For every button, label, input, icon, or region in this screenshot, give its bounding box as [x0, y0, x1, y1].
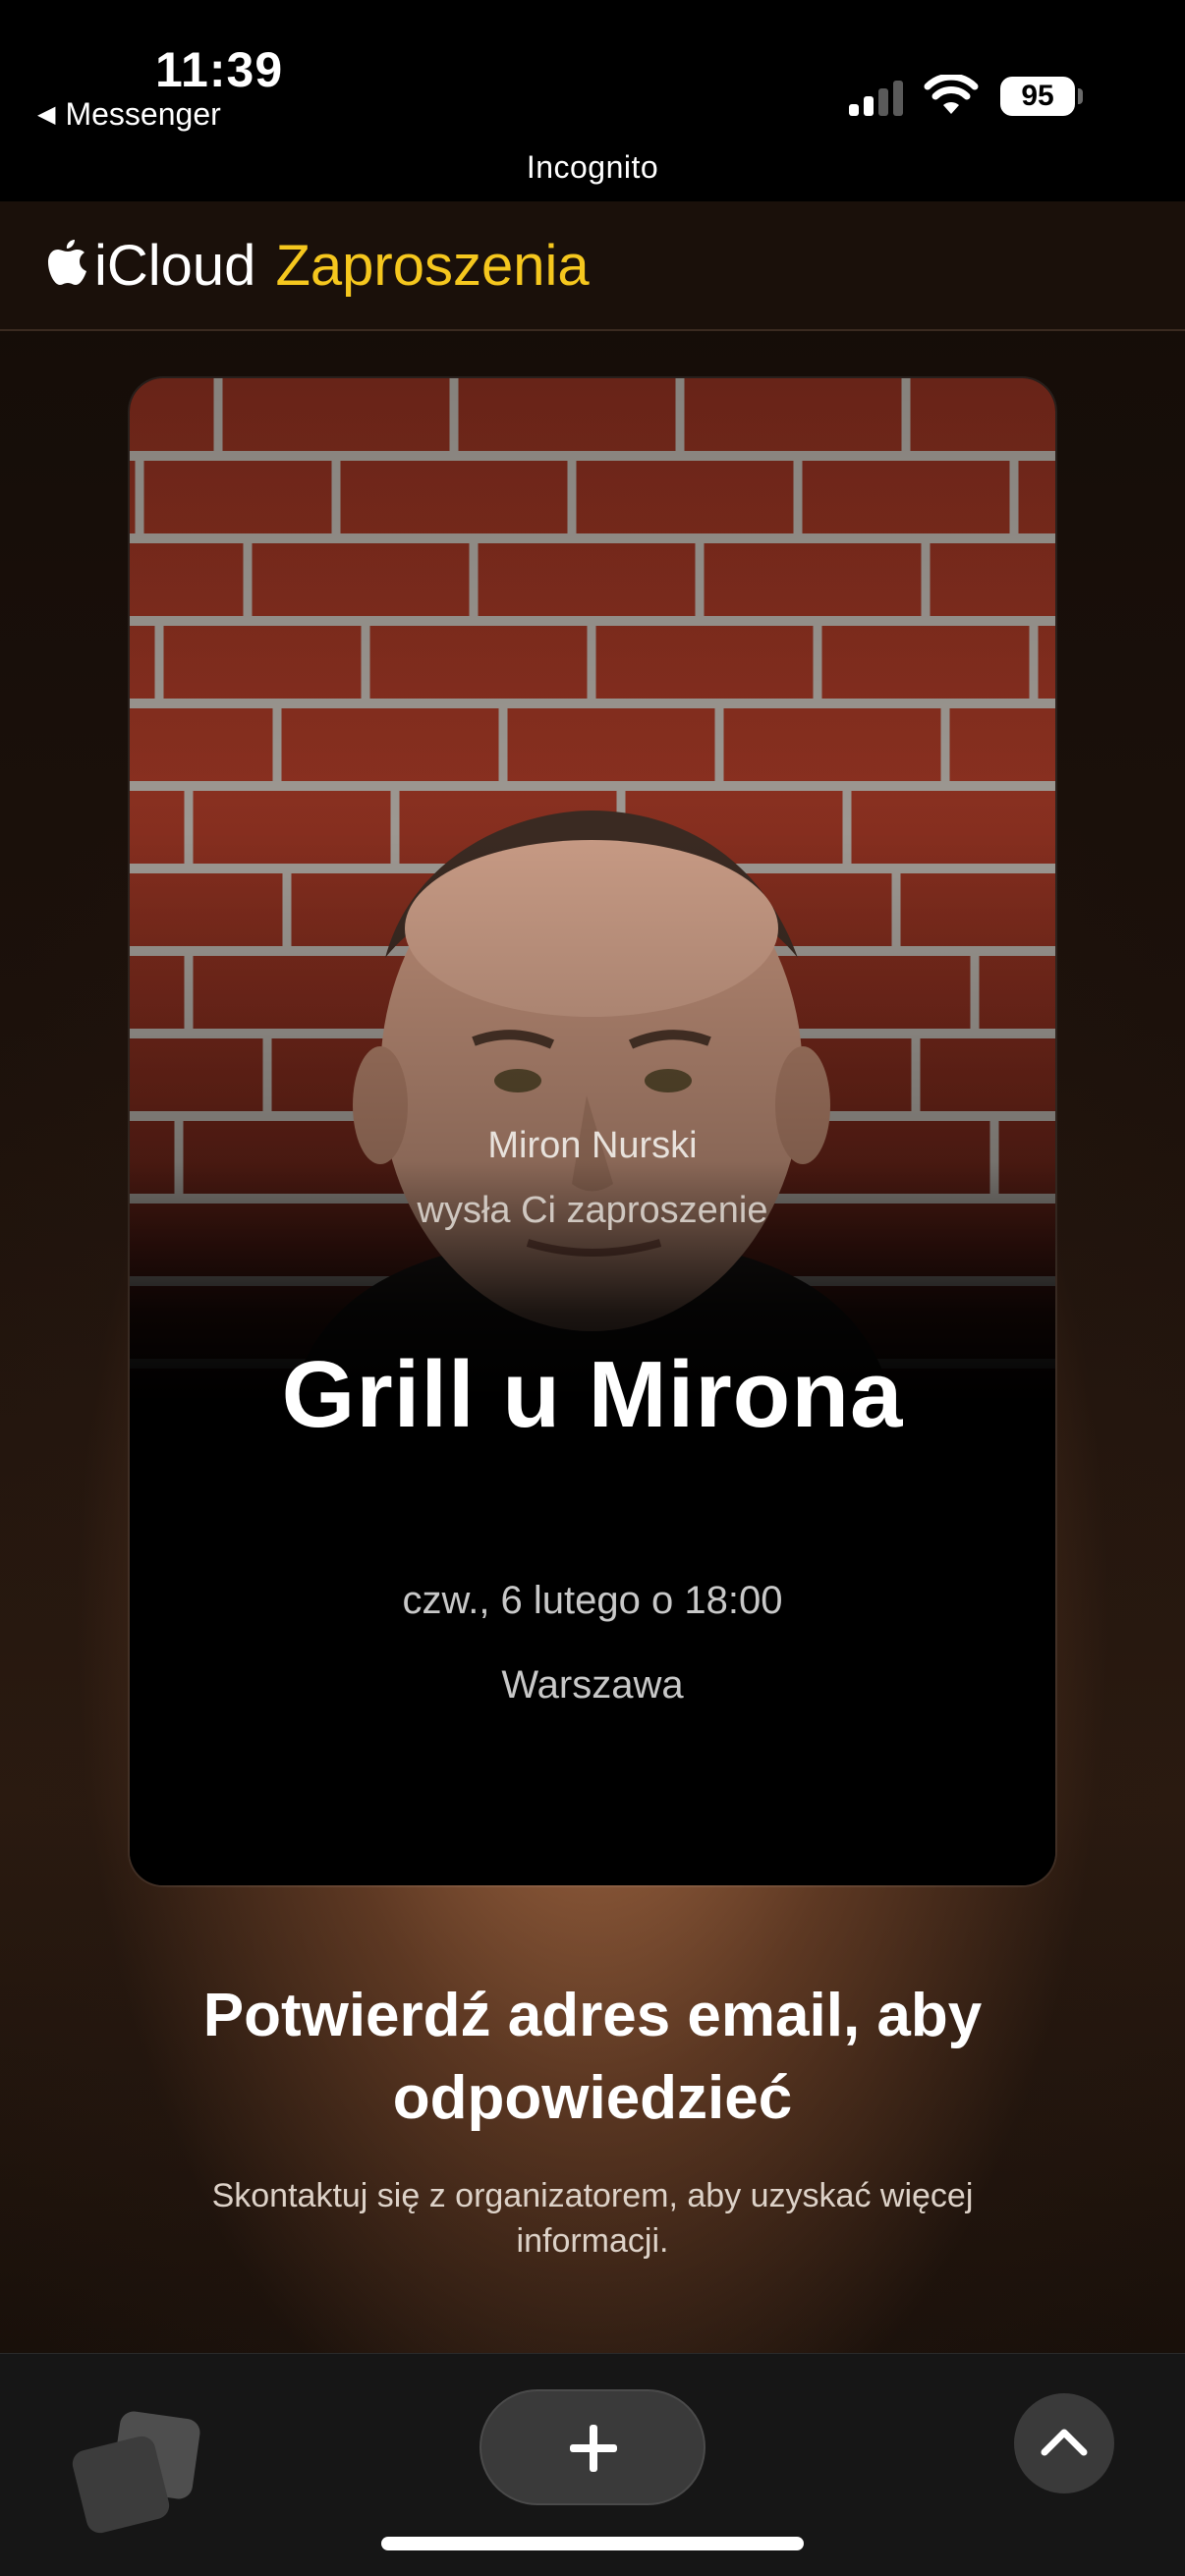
brand-name: iCloud: [94, 233, 256, 298]
browser-mode-label: Incognito: [526, 149, 659, 185]
tabs-icon[interactable]: [71, 2407, 208, 2535]
brand-logo[interactable]: iCloud Zaproszenia: [47, 231, 590, 300]
apple-icon: [48, 240, 86, 285]
status-bar: 11:39 ◀ Messenger 95 Incognito: [0, 0, 1185, 201]
back-triangle-icon: ◀: [37, 101, 56, 128]
home-indicator[interactable]: [381, 2537, 804, 2550]
invite-text: wysła Ci zaproszenie: [417, 1190, 768, 1231]
plus-icon: [570, 2425, 617, 2472]
brand-section: Zaproszenia: [275, 233, 590, 298]
battery-tip: [1078, 88, 1083, 104]
scroll-up-button[interactable]: [1014, 2393, 1114, 2493]
new-tab-button[interactable]: [480, 2389, 705, 2505]
battery-icon: 95: [1000, 77, 1075, 116]
chevron-up-icon: [1041, 2429, 1088, 2456]
back-app-label: Messenger: [65, 96, 221, 132]
event-title: Grill u Mirona: [281, 1342, 904, 1447]
event-location: Warszawa: [501, 1663, 684, 1707]
wifi-icon: [924, 75, 979, 114]
event-date: czw., 6 lutego o 18:00: [402, 1579, 783, 1622]
confirm-email-subtitle: Skontaktuj się z organizatorem, aby uzys…: [211, 2177, 974, 2260]
cellular-signal-icon: [849, 77, 906, 116]
invitation-card: Miron Nurski wysła Ci zaproszenie Grill …: [130, 378, 1055, 1885]
back-to-app-link[interactable]: ◀ Messenger: [37, 96, 221, 133]
sender-name: Miron Nurski: [487, 1125, 698, 1166]
site-header: iCloud Zaproszenia: [0, 201, 1185, 331]
screen: 11:39 ◀ Messenger 95 Incognito iCloud Za…: [0, 0, 1185, 2576]
confirm-email-heading: Potwierdź adres email, aby odpowiedzieć: [202, 1982, 983, 2132]
clock: 11:39: [155, 42, 284, 97]
